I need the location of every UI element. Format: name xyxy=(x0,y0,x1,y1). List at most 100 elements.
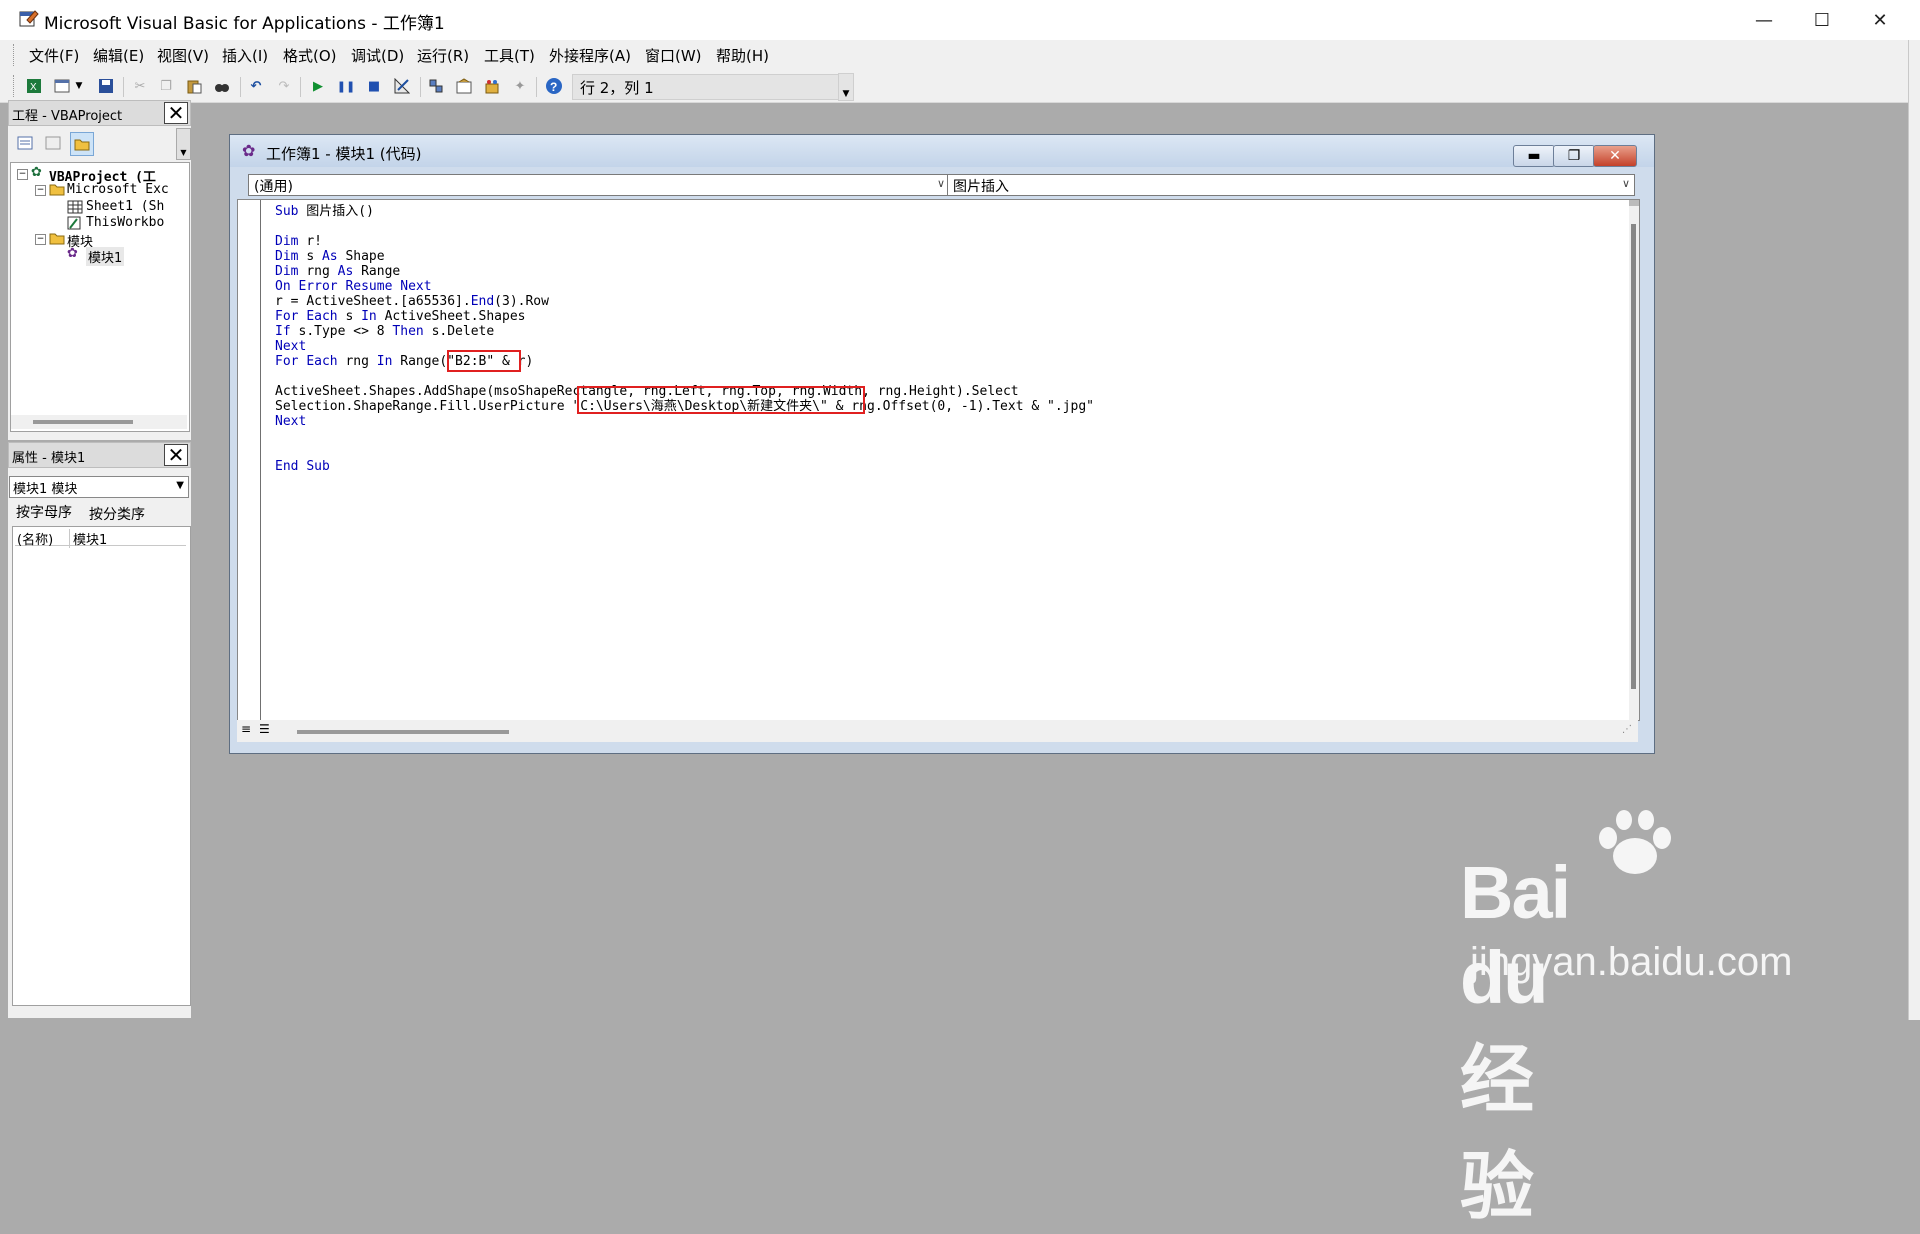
code-line[interactable]: For Each rng In Range("B2:B" & r) xyxy=(275,354,1094,369)
menu-file[interactable]: 文件(F) xyxy=(29,45,79,66)
object-browser-icon[interactable] xyxy=(482,76,502,96)
menu-help[interactable]: 帮助(H) xyxy=(716,45,769,66)
menu-tools[interactable]: 工具(T) xyxy=(484,45,535,66)
toolbar-separator xyxy=(420,77,421,97)
cut-icon[interactable]: ✂ xyxy=(130,76,150,96)
object-combo-value: (通用) xyxy=(254,179,293,195)
find-icon[interactable] xyxy=(212,76,232,96)
design-mode-icon[interactable] xyxy=(392,76,412,96)
properties-panel-title: 属性 - 模块1 xyxy=(12,451,86,466)
code-restore-icon[interactable]: ❐ xyxy=(1553,145,1595,167)
code-line[interactable]: Dim r! xyxy=(275,234,1094,249)
tree-node-module1[interactable]: 模块1 xyxy=(86,247,125,266)
minimize-button[interactable]: — xyxy=(1735,0,1793,40)
tree-hscrollbar[interactable] xyxy=(11,415,187,429)
tree-node-sheet1[interactable]: Sheet1 (Sh xyxy=(86,199,164,214)
copy-icon[interactable]: ❐ xyxy=(156,76,176,96)
code-line[interactable] xyxy=(275,444,1094,459)
tree-node-thisworkbook[interactable]: ThisWorkbo xyxy=(86,215,164,230)
reset-icon[interactable]: ■ xyxy=(364,76,384,96)
dropdown-arrow-icon[interactable]: ▼ xyxy=(72,76,86,96)
standard-toolbar: X ▼ ✂ ❐ ↶ ↷ ▶ ❚❚ ■ ✦ ? ▼ xyxy=(0,70,1908,103)
tab-categorized[interactable]: 按分类序 xyxy=(89,504,145,524)
menu-window[interactable]: 窗口(W) xyxy=(645,45,702,66)
toolbar-grip[interactable] xyxy=(13,75,17,97)
menu-debug[interactable]: 调试(D) xyxy=(351,45,404,66)
tree-collapse-icon[interactable]: − xyxy=(35,234,46,245)
tree-collapse-icon[interactable]: − xyxy=(17,169,28,180)
code-line[interactable] xyxy=(275,429,1094,444)
code-editor[interactable]: Sub 图片插入() Dim r! Dim s As Shape Dim rng A… xyxy=(237,199,1640,721)
object-select-value: 模块1 模块 xyxy=(13,482,78,497)
menu-grip[interactable] xyxy=(13,44,17,66)
toggle-folders-icon[interactable] xyxy=(70,132,94,156)
code-line[interactable]: On Error Resume Next xyxy=(275,279,1094,294)
undo-icon[interactable]: ↶ xyxy=(246,76,266,96)
code-vscrollbar[interactable] xyxy=(1629,200,1639,720)
redo-icon[interactable]: ↷ xyxy=(274,76,294,96)
code-line[interactable] xyxy=(275,219,1094,234)
code-minimize-icon[interactable]: ▬ xyxy=(1513,145,1555,167)
code-line[interactable]: Next xyxy=(275,339,1094,354)
code-line[interactable]: Dim rng As Range xyxy=(275,264,1094,279)
view-object-icon[interactable] xyxy=(42,132,64,154)
menu-edit[interactable]: 编辑(E) xyxy=(93,45,144,66)
resize-grip-icon[interactable]: ⋰ xyxy=(1622,724,1632,735)
svg-text:?: ? xyxy=(550,80,557,94)
properties-panel-titlebar[interactable]: 属性 - 模块1 ✕ xyxy=(8,442,191,468)
view-code-icon[interactable] xyxy=(14,132,36,154)
properties-icon[interactable] xyxy=(454,76,474,96)
splitter-handle[interactable] xyxy=(1629,200,1639,206)
insert-userform-icon[interactable] xyxy=(52,76,72,96)
menu-insert[interactable]: 插入(I) xyxy=(222,45,268,66)
code-line[interactable]: Dim s As Shape xyxy=(275,249,1094,264)
object-select[interactable]: 模块1 模块 ▼ xyxy=(9,476,189,498)
project-toolbar-overflow-icon[interactable]: ▼ xyxy=(176,128,191,160)
tree-hscroll-thumb[interactable] xyxy=(33,420,133,424)
object-combo[interactable]: (通用) ∨ xyxy=(248,174,950,196)
code-line[interactable] xyxy=(275,369,1094,384)
menu-view[interactable]: 视图(V) xyxy=(157,45,209,66)
menu-run[interactable]: 运行(R) xyxy=(417,45,469,66)
code-line[interactable]: For Each s In ActiveSheet.Shapes xyxy=(275,309,1094,324)
project-panel-toolbar: ▼ xyxy=(8,126,191,160)
code-hscrollbar[interactable]: ≡ ☰ ⋰ xyxy=(237,720,1638,742)
tree-collapse-icon[interactable]: − xyxy=(35,185,46,196)
toolbox-icon[interactable]: ✦ xyxy=(510,76,530,96)
code-line[interactable]: If s.Type <> 8 Then s.Delete xyxy=(275,324,1094,339)
excel-icon[interactable]: X xyxy=(24,76,44,96)
full-module-view-icon[interactable]: ☰ xyxy=(259,722,270,736)
tab-alphabetic[interactable]: 按字母序 xyxy=(16,502,72,522)
run-icon[interactable]: ▶ xyxy=(308,76,328,96)
project-explorer-icon[interactable] xyxy=(426,76,446,96)
code-line[interactable]: End Sub xyxy=(275,459,1094,474)
help-icon[interactable]: ? xyxy=(544,76,564,96)
cursor-position: 行 2，列 1 xyxy=(580,79,654,97)
code-vscroll-thumb[interactable] xyxy=(1631,224,1636,689)
paste-icon[interactable] xyxy=(184,76,204,96)
menu-addins[interactable]: 外接程序(A) xyxy=(549,45,631,66)
menu-format[interactable]: 格式(O) xyxy=(283,45,337,66)
close-button[interactable]: ✕ xyxy=(1851,0,1909,40)
table-row[interactable]: (名称) 模块1 xyxy=(15,529,186,548)
break-icon[interactable]: ❚❚ xyxy=(336,76,356,96)
project-panel-close-icon[interactable]: ✕ xyxy=(164,102,188,124)
procedure-view-icon[interactable]: ≡ xyxy=(241,722,251,736)
properties-panel-close-icon[interactable]: ✕ xyxy=(164,444,188,466)
code-close-icon[interactable]: ✕ xyxy=(1593,145,1637,167)
margin-indicator-bar[interactable] xyxy=(238,200,261,720)
tree-node-excel-objects[interactable]: Microsoft Exc xyxy=(67,182,169,197)
maximize-button[interactable]: ☐ xyxy=(1793,0,1851,40)
code-line[interactable]: r = ActiveSheet.[a65536].End(3).Row xyxy=(275,294,1094,309)
save-icon[interactable] xyxy=(96,76,116,96)
code-hscroll-thumb[interactable] xyxy=(297,730,509,734)
code-line[interactable]: Next xyxy=(275,414,1094,429)
procedure-combo[interactable]: 图片插入 ∨ xyxy=(947,174,1635,196)
code-line[interactable]: Sub 图片插入() xyxy=(275,204,1094,219)
code-text[interactable]: Sub 图片插入() Dim r! Dim s As Shape Dim rng A… xyxy=(275,204,1094,474)
project-panel-titlebar[interactable]: 工程 - VBAProject ✕ xyxy=(8,100,191,126)
toolbar-overflow-icon[interactable]: ▼ xyxy=(838,73,854,101)
code-window-titlebar[interactable]: ✿ 工作簿1 - 模块1 (代码) ▬ ❐ ✕ xyxy=(230,135,1654,167)
property-value[interactable]: 模块1 xyxy=(69,529,107,548)
svg-text:X: X xyxy=(30,82,37,93)
